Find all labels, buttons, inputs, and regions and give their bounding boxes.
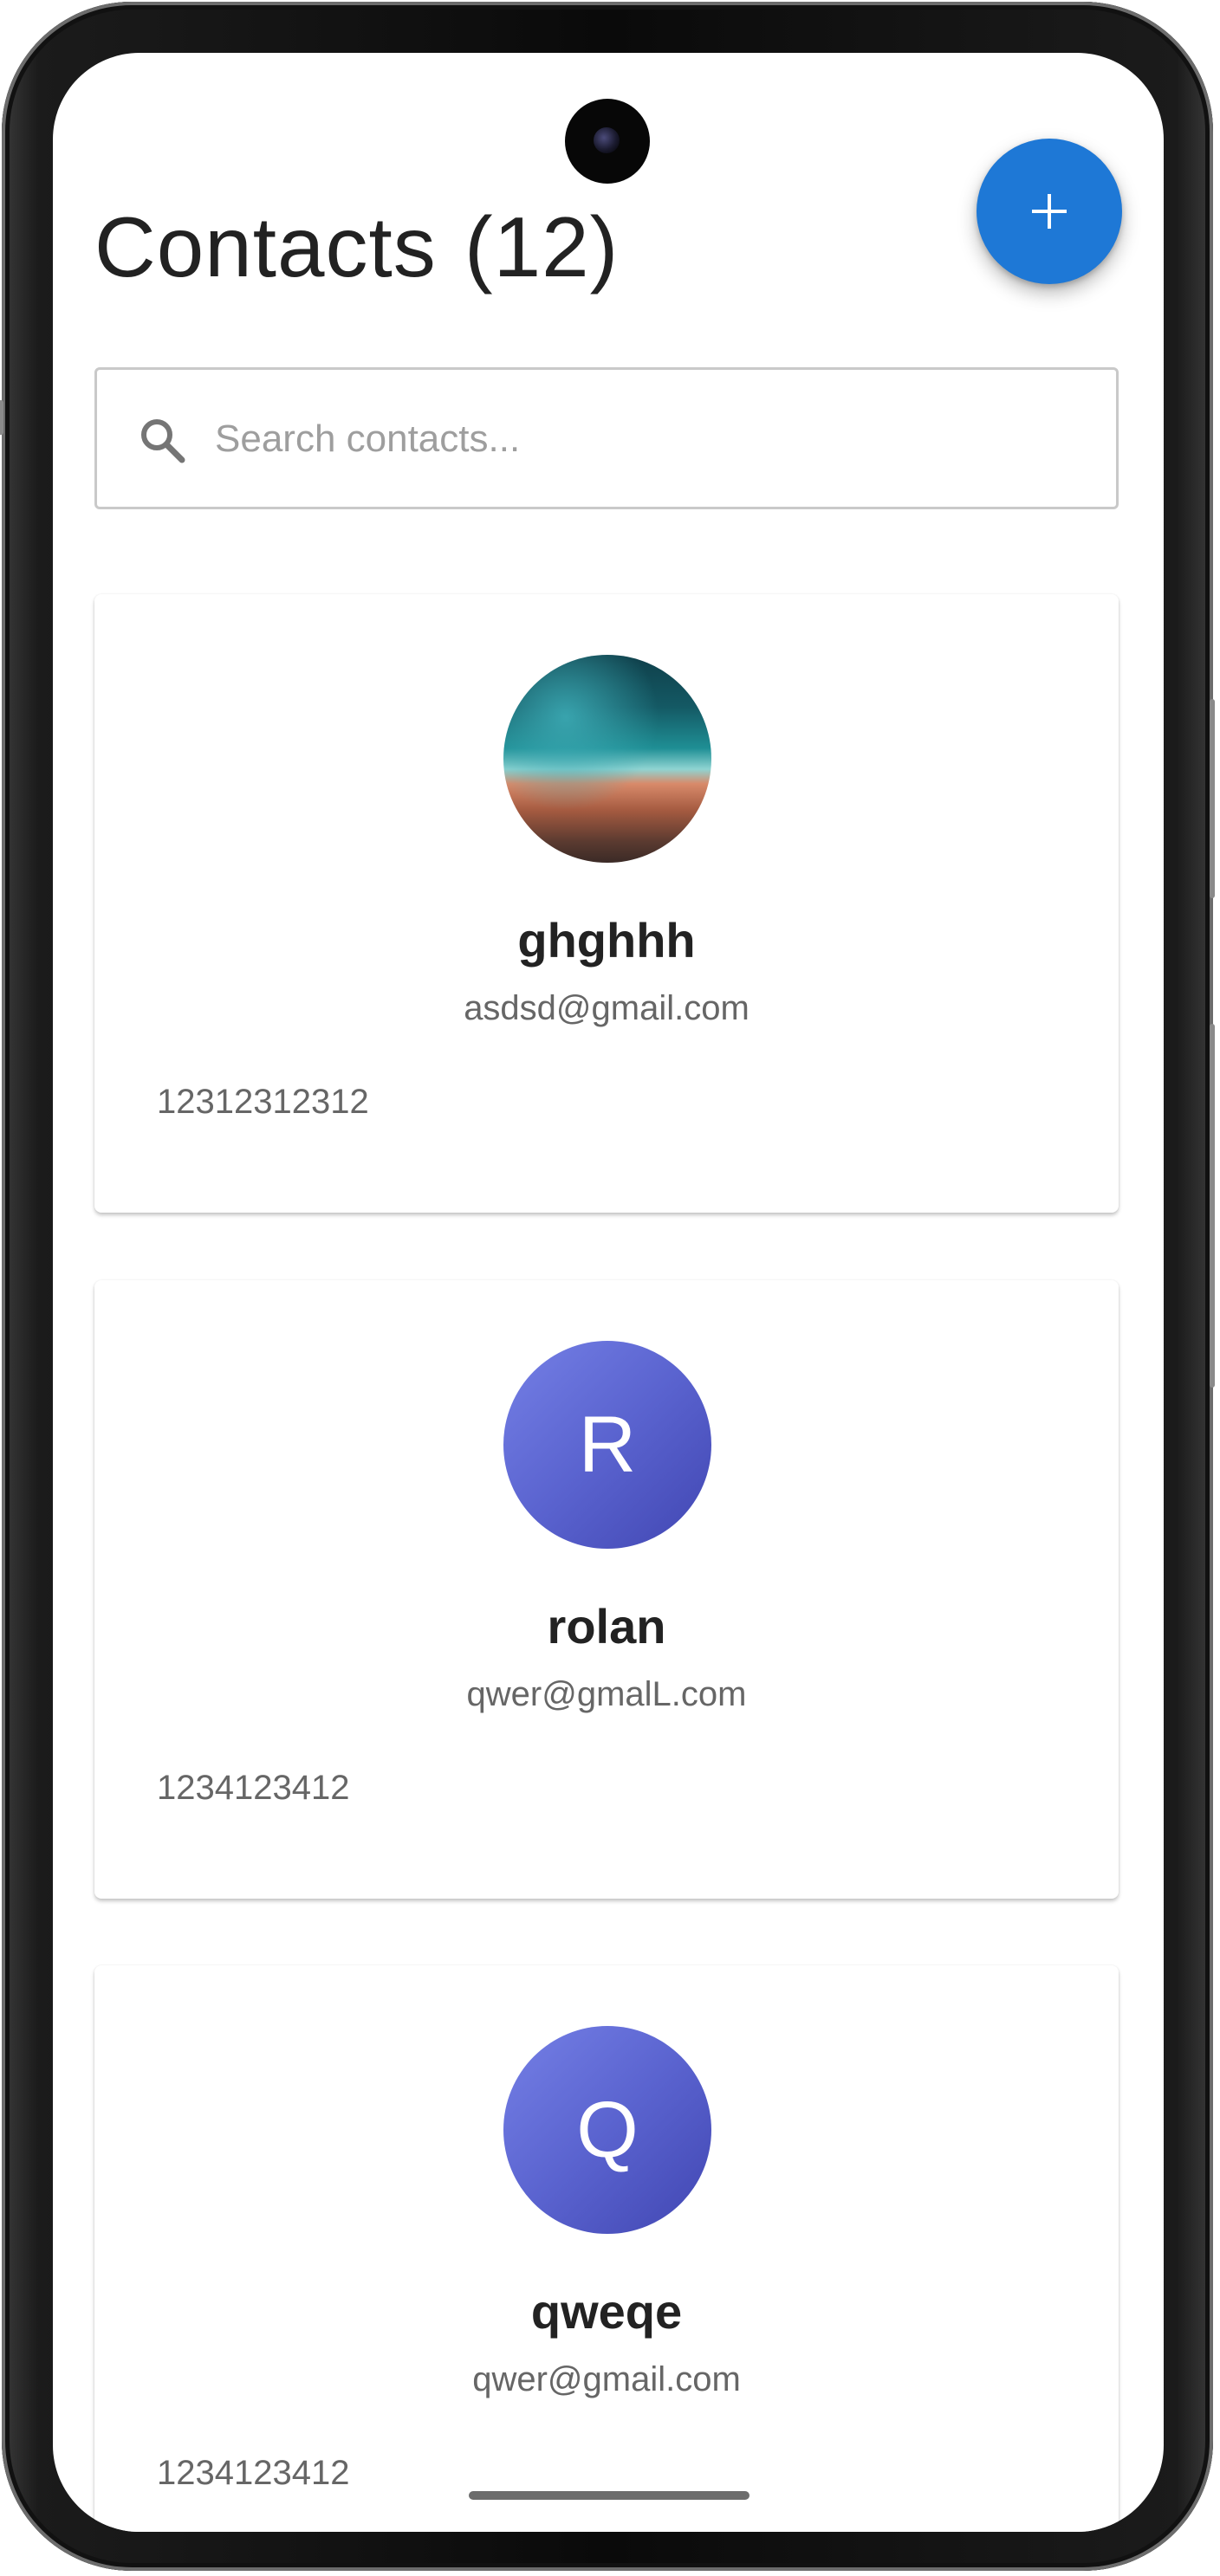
contact-card[interactable]: R rolan qwer@gmalL.com 1234123412 xyxy=(94,1280,1119,1899)
contact-email: qwer@gmalL.com xyxy=(466,1675,747,1713)
search-box[interactable] xyxy=(94,367,1119,509)
contacts-count: (12) xyxy=(464,199,620,294)
contact-avatar: R xyxy=(503,1341,711,1549)
side-button-left xyxy=(0,400,3,435)
page-title-text: Contacts xyxy=(94,199,437,294)
search-icon xyxy=(141,419,185,463)
contact-name: ghghhh xyxy=(517,913,696,968)
contact-avatar-photo xyxy=(503,655,711,863)
contact-avatar: Q xyxy=(503,2026,711,2234)
contact-card[interactable]: Q qweqe qwer@gmail.com 1234123412 xyxy=(94,1965,1119,2532)
search-input[interactable] xyxy=(215,396,1081,482)
contact-name: qweqe xyxy=(530,2284,683,2339)
front-camera xyxy=(565,99,650,184)
side-button-power xyxy=(1210,1024,1215,1388)
add-contact-button[interactable] xyxy=(977,139,1122,284)
app-screen: Contacts (12) ghghhh asdsd@gmail.com 123… xyxy=(53,53,1164,2532)
contact-email: qwer@gmail.com xyxy=(472,2360,741,2398)
plus-icon xyxy=(1032,194,1067,229)
avatar-initial: Q xyxy=(576,2086,639,2174)
contact-phone: 1234123412 xyxy=(157,2454,350,2492)
contact-card[interactable]: ghghhh asdsd@gmail.com 12312312312 xyxy=(94,594,1119,1213)
home-indicator[interactable] xyxy=(469,2491,750,2500)
avatar-initial: R xyxy=(578,1401,637,1489)
contact-phone: 12312312312 xyxy=(157,1083,369,1121)
side-button-volume xyxy=(1210,699,1215,898)
phone-frame: Contacts (12) ghghhh asdsd@gmail.com 123… xyxy=(0,2,1215,2571)
contact-name: rolan xyxy=(547,1599,666,1654)
page-title: Contacts (12) xyxy=(94,204,619,289)
contact-phone: 1234123412 xyxy=(157,1769,350,1807)
contact-email: asdsd@gmail.com xyxy=(464,989,750,1027)
